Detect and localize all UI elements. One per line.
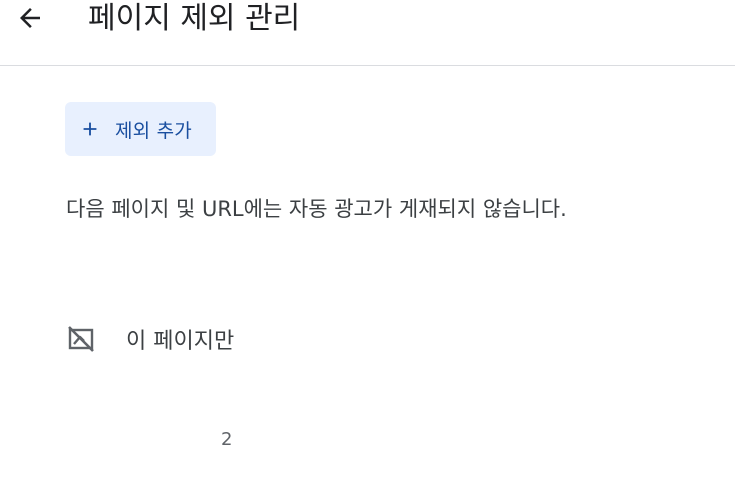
add-exclusion-label: 제외 추가 [115, 119, 192, 142]
arrow-left-icon [15, 3, 45, 37]
description-text: 다음 페이지 및 URL에는 자동 광고가 게재되지 않습니다. [66, 197, 567, 221]
header: 페이지 제외 관리 [0, 0, 735, 66]
exclusion-item-label: 이 페이지만 [126, 329, 235, 354]
exclusion-count: 2 [221, 429, 233, 450]
ad-off-icon [64, 322, 98, 356]
plus-icon [79, 118, 101, 140]
page-title: 페이지 제외 관리 [88, 1, 301, 36]
exclusion-list-item[interactable]: 이 페이지만 [64, 316, 234, 362]
add-exclusion-button[interactable]: 제외 추가 [65, 102, 216, 156]
back-button[interactable] [10, 0, 50, 40]
page: 페이지 제외 관리 제외 추가 다음 페이지 및 URL에는 자동 광고가 게재… [0, 0, 735, 477]
